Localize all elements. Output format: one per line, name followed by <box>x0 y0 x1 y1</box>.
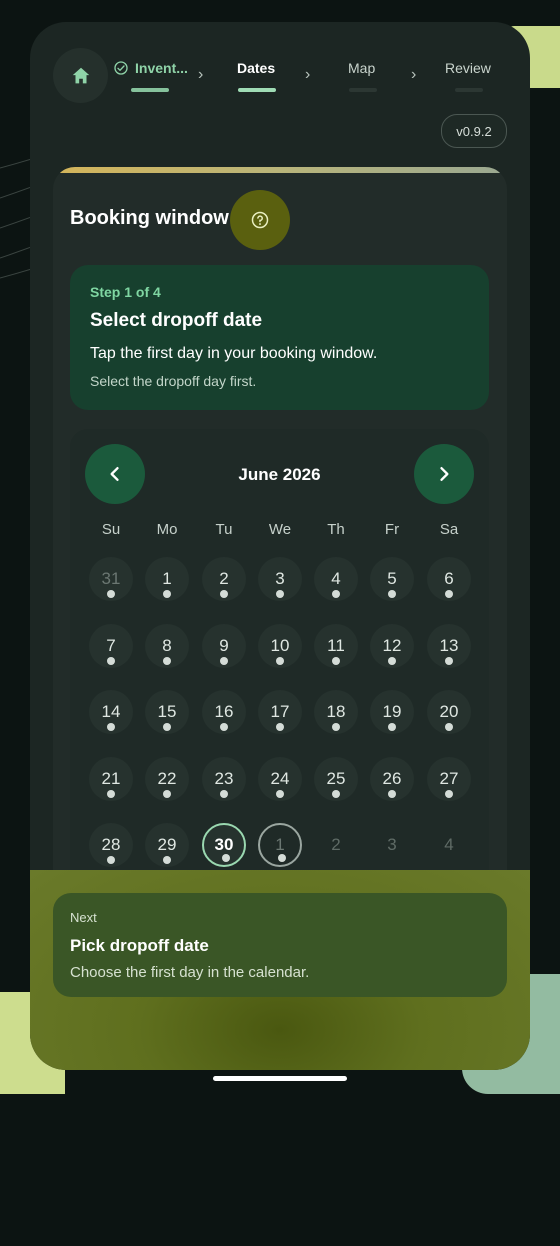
weekday-label: Th <box>327 521 345 538</box>
calendar-day[interactable]: 26 <box>370 757 414 801</box>
card-accent-bar <box>53 167 507 173</box>
calendar-day[interactable]: 16 <box>202 690 246 734</box>
calendar-day[interactable]: 19 <box>370 690 414 734</box>
help-circle-icon <box>251 211 269 229</box>
calendar-day[interactable]: 28 <box>89 823 133 867</box>
step-map-indicator <box>349 88 377 92</box>
calendar-day[interactable]: 22 <box>145 757 189 801</box>
weekday-label: Fr <box>384 521 400 538</box>
calendar-day[interactable]: 8 <box>145 624 189 668</box>
next-month-button[interactable] <box>414 444 474 504</box>
calendar-day[interactable]: 31 <box>89 557 133 601</box>
background-bottom <box>0 1094 560 1246</box>
step-review[interactable]: Review <box>445 60 491 100</box>
calendar-day[interactable]: 21 <box>89 757 133 801</box>
next-step-kicker: Next <box>70 910 97 925</box>
next-step-title: Pick dropoff date <box>70 936 209 955</box>
calendar: June 2026 Su Mo Tu We Th Fr Sa 31 1 2 3 … <box>70 429 489 909</box>
next-step-description: Choose the first day in the calendar. <box>70 964 310 981</box>
step-hint: Select the dropoff day first. <box>90 373 257 389</box>
calendar-day[interactable]: 25 <box>314 757 358 801</box>
weekday-label: We <box>268 521 292 538</box>
weekday-label: Sa <box>439 521 459 538</box>
step-dates-indicator <box>238 88 276 92</box>
calendar-day[interactable]: 23 <box>202 757 246 801</box>
calendar-day[interactable]: 17 <box>258 690 302 734</box>
step-count: Step 1 of 4 <box>90 284 161 300</box>
calendar-day[interactable]: 13 <box>427 624 471 668</box>
calendar-day-today[interactable]: 30 <box>202 823 246 867</box>
chevron-right-icon <box>440 467 449 481</box>
footer-panel: Next Pick dropoff date Choose the first … <box>30 870 530 1070</box>
home-icon <box>72 67 89 83</box>
step-map-label: Map <box>348 60 376 76</box>
calendar-day[interactable]: 29 <box>145 823 189 867</box>
step-review-label: Review <box>445 60 491 76</box>
help-button[interactable] <box>230 190 290 250</box>
calendar-day[interactable]: 4 <box>314 557 358 601</box>
calendar-day[interactable]: 20 <box>427 690 471 734</box>
calendar-day[interactable]: 3 <box>258 557 302 601</box>
calendar-day-outside: 2 <box>331 835 341 854</box>
app-screen: Invent... › Dates › Map › Review v0.9.2 … <box>30 22 530 1070</box>
calendar-day[interactable]: 11 <box>314 624 358 668</box>
step-dates[interactable]: Dates <box>237 60 276 100</box>
calendar-day[interactable]: 12 <box>370 624 414 668</box>
step-review-indicator <box>455 88 483 92</box>
calendar-day-outside: 4 <box>444 835 454 854</box>
home-button[interactable] <box>53 48 108 103</box>
calendar-day[interactable]: 14 <box>89 690 133 734</box>
calendar-day[interactable]: 7 <box>89 624 133 668</box>
weekday-label: Su <box>101 521 121 538</box>
calendar-day[interactable]: 27 <box>427 757 471 801</box>
chevron-right-icon: › <box>305 66 311 83</box>
calendar-day[interactable]: 1 <box>145 557 189 601</box>
calendar-day[interactable]: 9 <box>202 624 246 668</box>
step-dates-label: Dates <box>237 60 276 76</box>
next-step-card[interactable]: Next Pick dropoff date Choose the first … <box>53 893 507 997</box>
weekday-label: Mo <box>156 521 178 538</box>
calendar-day[interactable]: 2 <box>202 557 246 601</box>
instruction-card: Step 1 of 4 Select dropoff date Tap the … <box>70 265 489 410</box>
calendar-day[interactable]: 6 <box>427 557 471 601</box>
step-inventory[interactable]: Invent... <box>113 60 188 100</box>
home-indicator[interactable] <box>213 1076 347 1081</box>
chevron-right-icon: › <box>198 66 204 83</box>
calendar-day[interactable]: 18 <box>314 690 358 734</box>
chevron-right-icon: › <box>411 66 417 83</box>
step-inventory-label: Invent... <box>135 60 188 76</box>
card-title: Booking window <box>70 207 229 229</box>
calendar-day[interactable]: 15 <box>145 690 189 734</box>
version-badge: v0.9.2 <box>441 114 507 148</box>
calendar-day-outside: 3 <box>387 835 397 854</box>
step-title: Select dropoff date <box>90 310 263 331</box>
calendar-day[interactable]: 10 <box>258 624 302 668</box>
weekday-header: Su Mo Tu We Th Fr Sa <box>70 521 489 541</box>
calendar-day[interactable]: 5 <box>370 557 414 601</box>
step-map[interactable]: Map <box>348 60 377 100</box>
step-inventory-indicator <box>131 88 169 92</box>
step-description: Tap the first day in your booking window… <box>90 345 378 362</box>
booking-card: Booking window Step 1 of 4 Select dropof… <box>53 167 507 927</box>
check-circle-icon <box>114 61 128 75</box>
calendar-day[interactable]: 24 <box>258 757 302 801</box>
calendar-day-selected[interactable]: 1 <box>258 823 302 867</box>
weekday-label: Tu <box>215 521 233 538</box>
